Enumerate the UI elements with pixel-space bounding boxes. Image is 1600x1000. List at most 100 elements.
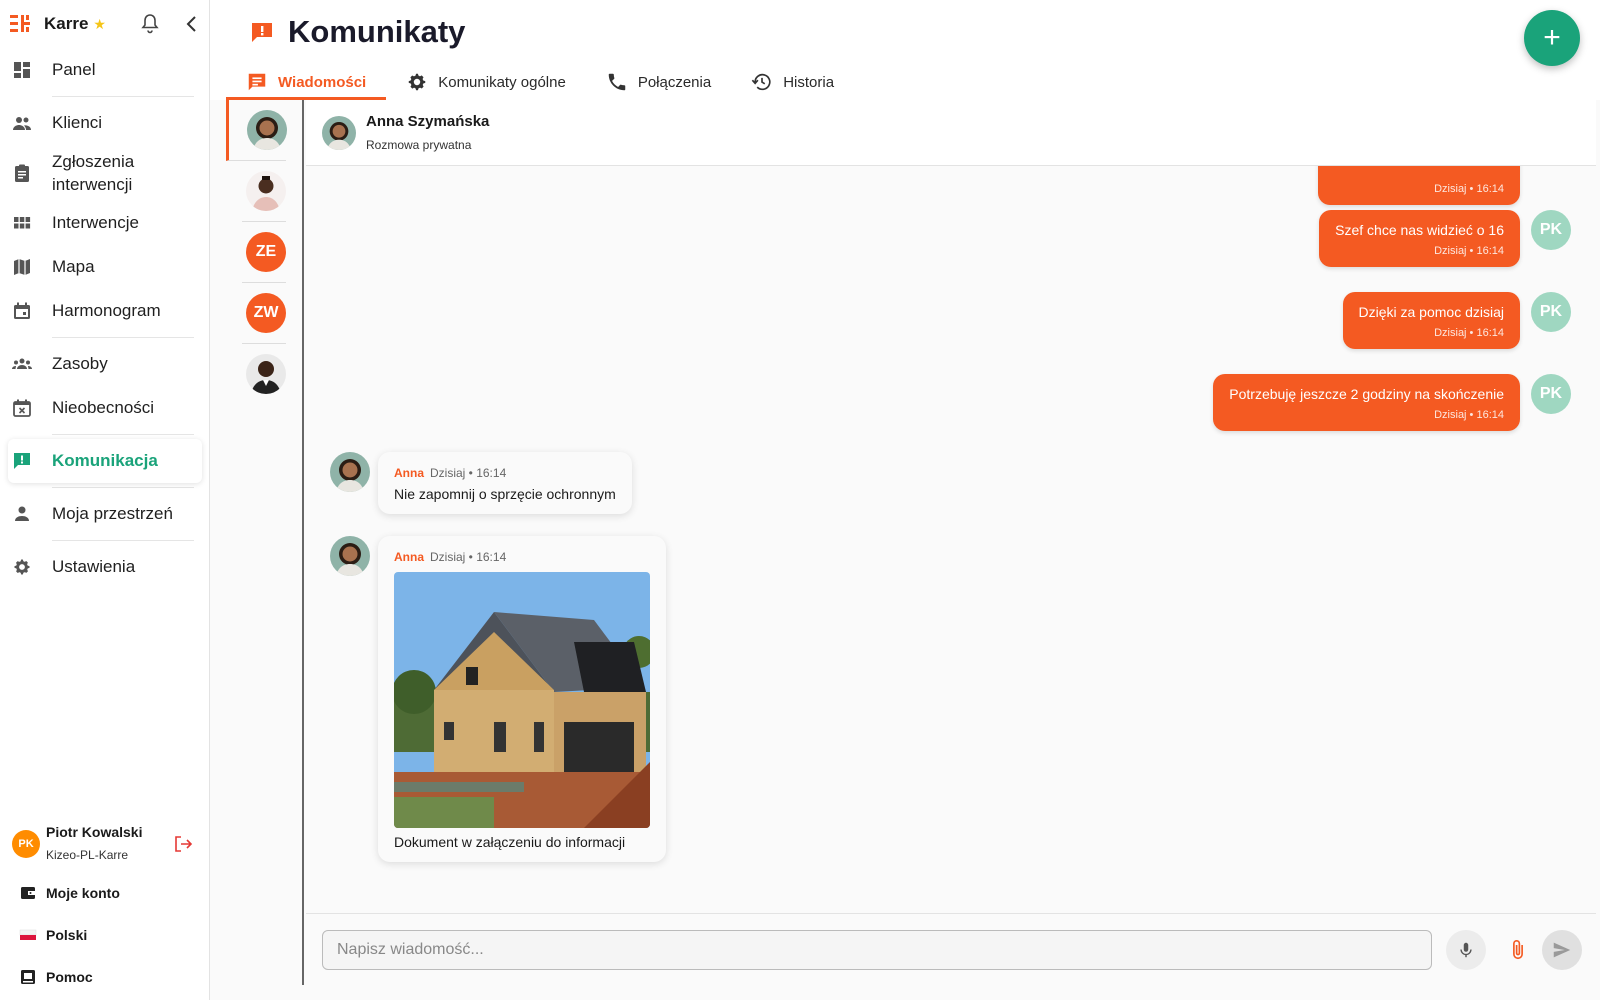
message-composer	[306, 913, 1596, 985]
sidebar-item-zasoby[interactable]: Zasoby	[0, 342, 210, 386]
tab-label: Komunikaty ogólne	[438, 73, 566, 91]
sender-name: Anna	[394, 466, 424, 480]
moje-konto-label: Moje konto	[46, 885, 120, 901]
avatar: PK	[1531, 210, 1571, 250]
app-name: Karre	[44, 14, 89, 33]
chat-icon	[248, 73, 266, 91]
gear-icon	[14, 559, 30, 575]
sidebar-item-label: Moja przestrzeń	[52, 504, 173, 523]
sidebar-item-label: Panel	[52, 60, 96, 79]
message-list: Dzisiaj • 16:14 Szef chce nas widzieć o …	[306, 166, 1596, 913]
avatar: PK	[12, 830, 40, 858]
language-selector[interactable]: Polski	[18, 923, 87, 947]
sidebar-item-interwencje[interactable]: Interwencje	[0, 201, 210, 245]
avatar	[330, 452, 370, 492]
sidebar-item-panel[interactable]: Panel	[0, 48, 210, 92]
person-icon	[15, 506, 29, 521]
contact-name: Anna Szymańska	[366, 113, 490, 130]
message-time: Dzisiaj • 16:14	[1434, 327, 1504, 339]
sidebar-item-label: Mapa	[52, 257, 95, 276]
sidebar-item-harmonogram[interactable]: Harmonogram	[0, 289, 210, 333]
sender-name: Anna	[394, 550, 424, 564]
message-input[interactable]	[322, 930, 1432, 970]
sidebar: Karre ★ Panel Klienci Zgłoszenia interwe…	[0, 0, 210, 1000]
pomoc-link[interactable]: Pomoc	[18, 965, 93, 989]
tab-label: Historia	[783, 73, 835, 91]
send-button[interactable]	[1542, 930, 1582, 970]
chevron-left-icon[interactable]	[180, 12, 204, 36]
user-profile[interactable]: PK Piotr Kowalski Kizeo-PL-Karre	[10, 822, 200, 866]
sidebar-nav: Panel Klienci Zgłoszenia interwencji Int…	[0, 48, 210, 589]
avatar	[246, 171, 286, 211]
user-org: Kizeo-PL-Karre	[46, 848, 129, 862]
tab-historia[interactable]: Historia	[731, 64, 854, 100]
paperclip-icon	[1513, 940, 1523, 960]
microphone-button[interactable]	[1446, 930, 1486, 970]
alert-chat-icon	[252, 23, 272, 42]
page-title-text: Komunikaty	[288, 14, 466, 49]
tab-wiadomosci[interactable]: Wiadomości	[226, 64, 387, 100]
alert-chat-icon	[14, 453, 30, 469]
sidebar-item-nieobecnosci[interactable]: Nieobecności	[0, 386, 210, 430]
avatar: ZW	[246, 293, 286, 333]
avatar	[330, 536, 370, 576]
conversation-item[interactable]: ZW	[242, 283, 286, 344]
sidebar-item-label: Nieobecności	[52, 398, 155, 417]
avatar: ZE	[246, 232, 286, 272]
page-title: Komunikaty	[250, 14, 465, 50]
message-text: Szef chce nas widzieć o 16	[1335, 222, 1504, 238]
bell-icon[interactable]	[138, 12, 162, 36]
message-text: Nie zapomnij o sprzęcie ochronnym	[394, 486, 616, 502]
conversation-item[interactable]	[226, 100, 287, 161]
conversation-list: ZE ZW	[226, 100, 304, 985]
sidebar-item-label: Zasoby	[52, 354, 108, 373]
avatar: PK	[1531, 374, 1571, 414]
karre-logo-icon	[10, 15, 30, 32]
history-icon	[751, 73, 771, 91]
add-button[interactable]: +	[1524, 10, 1580, 66]
attach-button[interactable]	[1498, 930, 1538, 970]
clipboard-icon	[15, 164, 29, 182]
message-meta: Anna Dzisiaj • 16:14	[394, 466, 616, 480]
message-time: Dzisiaj • 16:14	[430, 550, 507, 564]
message-text: Potrzebuję jeszcze 2 godziny na skończen…	[1229, 386, 1504, 402]
contact-subtitle: Rozmowa prywatna	[366, 138, 472, 152]
message-time: Dzisiaj • 16:14	[430, 466, 507, 480]
incoming-message: Anna Dzisiaj • 16:14 Nie zapomnij o sprzę…	[378, 452, 632, 514]
gear-icon	[408, 73, 426, 91]
message-text: Dokument w załączeniu do informacji	[394, 834, 626, 850]
calendar-icon	[14, 302, 30, 319]
brand: Karre ★	[10, 12, 200, 36]
message-meta: Anna Dzisiaj • 16:14	[394, 550, 650, 564]
sidebar-item-label: Komunikacja	[52, 451, 158, 470]
sidebar-item-komunikacja[interactable]: Komunikacja	[8, 439, 202, 483]
avatar	[246, 354, 286, 394]
tab-polaczenia[interactable]: Połączenia	[586, 64, 731, 100]
star-icon[interactable]: ★	[93, 16, 106, 33]
sidebar-item-klienci[interactable]: Klienci	[0, 101, 210, 145]
conversation-item[interactable]: ZE	[242, 222, 286, 283]
help-icon	[21, 970, 35, 984]
moje-konto-link[interactable]: Moje konto	[18, 881, 120, 905]
dashboard-icon	[14, 62, 30, 78]
map-icon	[14, 259, 30, 275]
microphone-icon	[1460, 942, 1472, 958]
wallet-icon	[21, 887, 35, 899]
conversation-item[interactable]	[242, 344, 286, 405]
attached-image[interactable]	[394, 572, 650, 828]
sidebar-item-moja-przestrzen[interactable]: Moja przestrzeń	[0, 492, 210, 536]
sidebar-item-ustawienia[interactable]: Ustawienia	[0, 545, 210, 589]
logout-icon[interactable]	[173, 834, 193, 854]
phone-icon	[608, 73, 626, 91]
outgoing-message: Potrzebuję jeszcze 2 godziny na skończen…	[1213, 374, 1520, 431]
sidebar-item-zgloszenia[interactable]: Zgłoszenia interwencji	[0, 145, 210, 201]
divider	[52, 434, 194, 435]
message-time: Dzisiaj • 16:14	[1434, 409, 1504, 421]
sidebar-item-label: Interwencje	[52, 213, 139, 232]
message-text	[1334, 166, 1504, 176]
sidebar-item-mapa[interactable]: Mapa	[0, 245, 210, 289]
conversation-item[interactable]	[242, 161, 286, 222]
sidebar-item-label: Ustawienia	[52, 557, 136, 576]
tab-komunikaty-ogolne[interactable]: Komunikaty ogólne	[386, 64, 586, 100]
tab-label: Wiadomości	[278, 73, 367, 91]
